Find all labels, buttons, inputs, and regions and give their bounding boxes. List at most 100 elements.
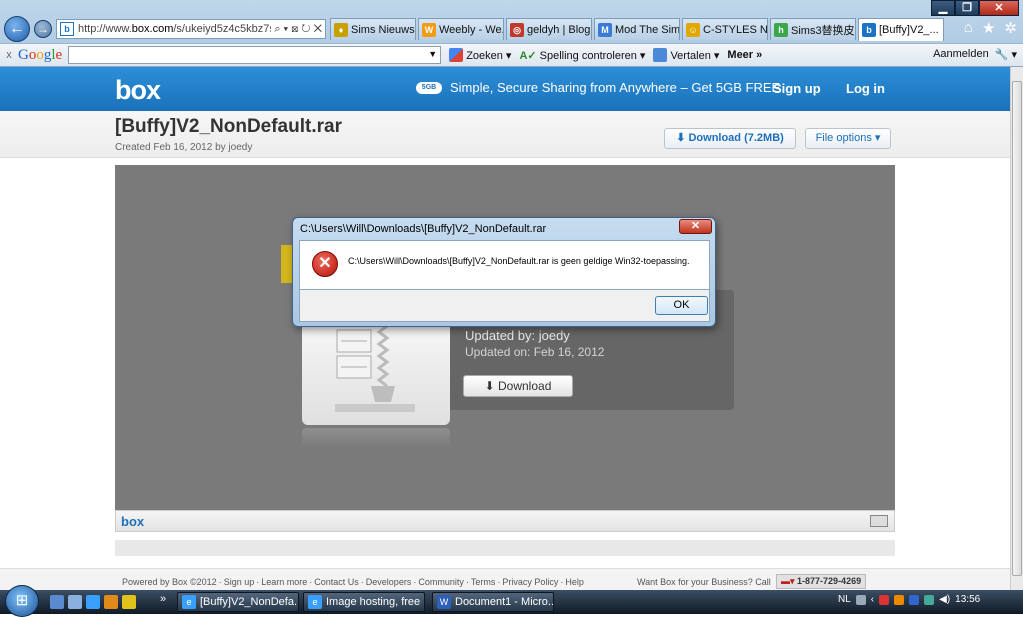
error-dialog: C:\Users\Will\Downloads\[Buffy]V2_NonDef… — [292, 217, 716, 327]
taskbar-app-icon: e — [308, 595, 322, 609]
quick-launch-icon[interactable] — [122, 595, 136, 609]
tab-label: [Buffy]V2_... — [879, 24, 939, 36]
start-button[interactable]: ⊞ — [5, 585, 39, 617]
vertalen-button[interactable]: Vertalen ▾ — [653, 48, 719, 62]
browser-tab[interactable]: W Weebly - We... — [418, 18, 504, 40]
dialog-title: C:\Users\Will\Downloads\[Buffy]V2_NonDef… — [300, 223, 547, 235]
media-player-icon[interactable] — [104, 595, 118, 609]
download-button[interactable]: ⬇ Download (7.2MB) — [664, 128, 796, 149]
google-logo: Google — [18, 46, 63, 63]
fullscreen-icon[interactable] — [870, 515, 888, 527]
settings-icon[interactable]: 🔧 ▾ — [995, 48, 1017, 61]
security-icon[interactable] — [879, 594, 890, 605]
internet-explorer-icon[interactable] — [86, 595, 100, 609]
navigation-row: ← → b http://www.box.com/s/ukeiyd5z4c5kb… — [0, 16, 1023, 42]
quick-launch — [50, 595, 136, 609]
app-tray-icon[interactable] — [894, 594, 905, 605]
signup-link[interactable]: Sign up — [773, 81, 821, 96]
download-arrow-icon: ⬇ — [676, 132, 689, 144]
google-search-input[interactable]: ▼ — [68, 46, 442, 64]
show-desktop-icon[interactable] — [50, 595, 64, 609]
taskbar-button-label: Document1 - Micro... — [455, 596, 554, 608]
keyboard-icon[interactable] — [855, 594, 866, 605]
footer-link[interactable]: Learn more — [261, 577, 307, 587]
browser-tab[interactable]: hSims3替换皮... — [770, 18, 856, 40]
footer-link[interactable]: Community — [418, 577, 464, 587]
tab-favicon-icon: ◎ — [510, 22, 524, 37]
login-link[interactable]: Log in — [846, 81, 885, 96]
browser-tab[interactable]: ♦Sims Nieuws ... — [330, 18, 416, 40]
taskbar-window-button[interactable]: e Image hosting, free ... — [303, 592, 425, 612]
zipper-icon — [335, 320, 415, 412]
tools-icon[interactable]: ✲ — [1004, 19, 1017, 37]
preview-download-button[interactable]: ⬇ Download — [463, 375, 573, 397]
toolbar-icons: ⌂ ★ ✲ — [964, 19, 1017, 37]
promo-banner[interactable]: 5GB Simple, Secure Sharing from Anywhere… — [416, 80, 780, 95]
meer-button[interactable]: Meer » — [727, 49, 762, 61]
spelling-button[interactable]: A✓ Spelling controleren ▾ — [519, 49, 645, 62]
phone-number[interactable]: ▬▾ 1-877-729-4269 — [776, 574, 867, 589]
taskbar-app-icon: e — [182, 595, 196, 609]
us-flag-icon: ▬▾ — [781, 576, 798, 586]
clock[interactable]: 13:56 — [955, 594, 980, 605]
minimize-button[interactable]: ▁ — [931, 0, 955, 16]
volume-icon[interactable]: ◀) — [939, 594, 950, 605]
dialog-close-button[interactable]: ✕ — [679, 219, 712, 234]
browser-tab[interactable]: ☺C-STYLES N... — [682, 18, 768, 40]
zoeken-button[interactable]: Zoeken ▾ — [449, 48, 511, 62]
footer-link[interactable]: Privacy Policy — [502, 577, 558, 587]
google-search-icon — [449, 48, 464, 62]
footer-link[interactable]: Sign up — [224, 577, 255, 587]
language-indicator[interactable]: NL — [838, 594, 851, 605]
box-logo[interactable]: box — [115, 75, 161, 106]
url-text: http://www.box.com/s/ukeiyd5z4c5kbz7sn — [78, 23, 272, 35]
tab-label: Sims Nieuws ... — [351, 23, 415, 36]
footer-link[interactable]: Developers — [366, 577, 412, 587]
update-icon[interactable] — [909, 594, 920, 605]
browser-tab[interactable]: MMod The Sim... — [594, 18, 680, 40]
forward-button[interactable]: → — [34, 20, 52, 38]
tab-favicon-icon: ☺ — [686, 22, 700, 37]
restore-button[interactable]: ❐ — [955, 0, 979, 16]
powered-by-text: Powered by Box ©2012 — [122, 577, 217, 587]
footer-link[interactable]: Contact Us — [314, 577, 359, 587]
tray-expand-icon[interactable]: ‹ — [871, 594, 874, 605]
file-options-button[interactable]: File options ▾ — [805, 128, 891, 149]
footer-link[interactable]: Help — [565, 577, 584, 587]
close-window-button[interactable]: ✕ — [979, 0, 1019, 16]
updated-on: Updated on: Feb 16, 2012 — [465, 345, 605, 359]
vertical-scrollbar[interactable] — [1010, 67, 1023, 590]
browser-tab[interactable]: b[Buffy]V2_... ✕ — [858, 18, 944, 41]
address-controls[interactable]: ⌕ ▾ ⊠ ↻ ✕ — [271, 23, 325, 36]
tab-strip: ♦Sims Nieuws ...WWeebly - We...◎geldyh |… — [330, 18, 946, 41]
tab-favicon-icon: W — [422, 22, 436, 37]
preview-footer: box — [115, 510, 895, 532]
tab-favicon-icon: h — [774, 22, 788, 37]
business-text: Want Box for your Business? Call — [637, 577, 771, 587]
quick-launch-chevron-icon[interactable]: » — [160, 593, 166, 605]
aanmelden-link[interactable]: Aanmelden — [933, 48, 989, 61]
spellcheck-icon: A✓ — [519, 49, 537, 62]
footer-separator: · — [560, 577, 564, 587]
google-toolbar-close-button[interactable]: x — [0, 49, 18, 61]
tab-label: Mod The Sim... — [615, 23, 680, 36]
footer-separator: · — [218, 577, 222, 587]
favorites-icon[interactable]: ★ — [982, 19, 995, 37]
scrollbar-thumb[interactable] — [1012, 81, 1022, 576]
taskbar-window-button[interactable]: e [Buffy]V2_NonDefa... — [177, 592, 299, 612]
footer-link[interactable]: Terms — [471, 577, 496, 587]
back-button[interactable]: ← — [4, 16, 30, 42]
home-icon[interactable]: ⌂ — [964, 19, 973, 37]
tab-label: Sims3替换皮... — [791, 24, 855, 37]
switch-windows-icon[interactable] — [68, 595, 82, 609]
tab-label: geldyh | Blog... — [527, 23, 591, 36]
network-icon[interactable] — [924, 594, 935, 605]
footer-links: Powered by Box ©2012 · Sign up · Learn more ·… — [122, 577, 586, 587]
tab-close-icon[interactable]: ✕ — [943, 24, 944, 37]
taskbar-window-button[interactable]: W Document1 - Micro... — [432, 592, 554, 612]
browser-tab[interactable]: ◎geldyh | Blog... — [506, 18, 592, 40]
chevron-down-icon[interactable]: ▼ — [428, 49, 437, 59]
file-title: [Buffy]V2_NonDefault.rar — [115, 116, 342, 137]
address-bar[interactable]: b http://www.box.com/s/ukeiyd5z4c5kbz7sn… — [56, 19, 326, 39]
ok-button[interactable]: OK — [655, 296, 708, 315]
